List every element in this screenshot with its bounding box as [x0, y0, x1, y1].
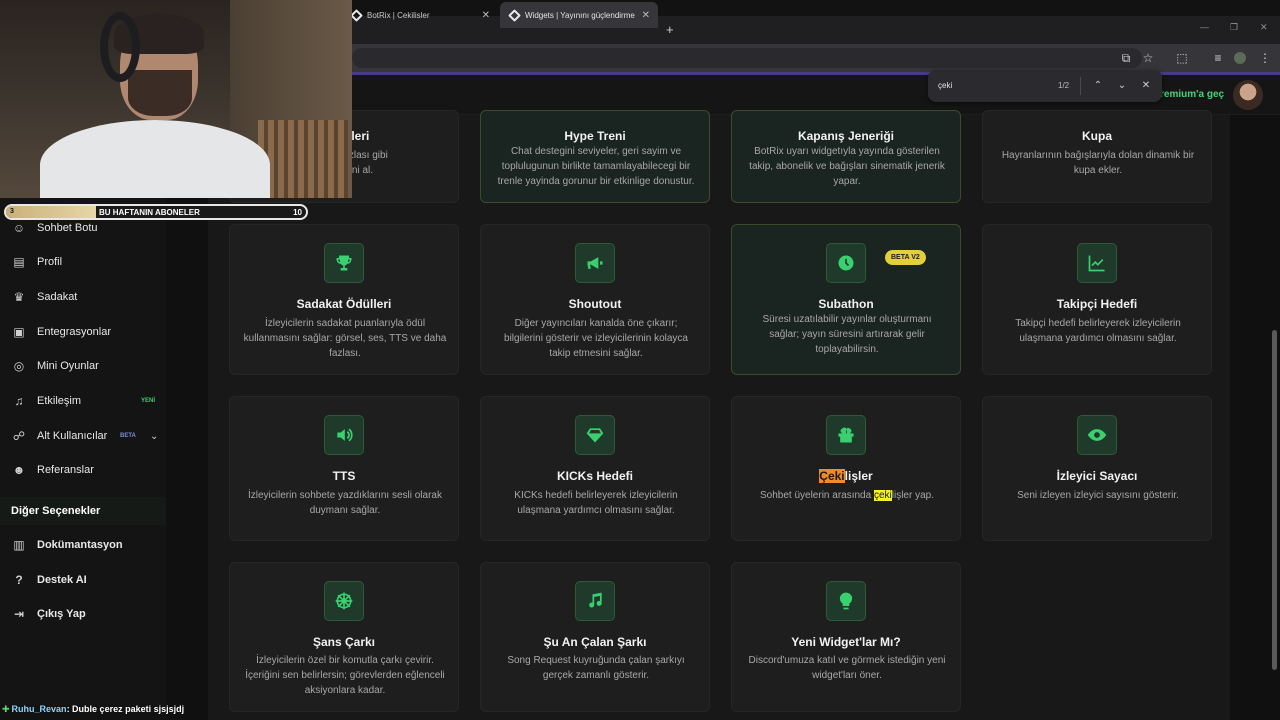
music-icon: ♫	[14, 394, 24, 408]
clock-icon	[826, 243, 866, 283]
users-icon: ☍	[12, 429, 26, 443]
botrix-favicon-icon	[508, 8, 521, 22]
subs-label: BU HAFTANIN ABONELER	[99, 208, 200, 217]
sidebar-item-referrals[interactable]: ☻ Referanslar	[0, 455, 166, 485]
chat-username: Ruhu_Revan	[11, 704, 67, 714]
widget-card-viewer-counter[interactable]: İzleyici Sayacı Seni izleyen izleyici sa…	[982, 396, 1212, 541]
widget-card-giveaways[interactable]: Çekilişler Sohbet üyelerin arasında çeki…	[731, 396, 961, 541]
gamepad-icon: ◎	[13, 359, 25, 373]
tab-close-icon[interactable]: ✕	[482, 10, 490, 21]
subs-goal: 10	[293, 208, 302, 217]
headset-icon	[100, 12, 140, 82]
user-avatar[interactable]	[1233, 80, 1263, 110]
botrix-favicon-icon	[350, 8, 363, 22]
widget-card-loyalty-rewards[interactable]: Sadakat Ödülleri İzleyicilerin sadakat p…	[229, 224, 459, 375]
maximize-icon[interactable]: ❐	[1230, 22, 1238, 33]
gift-icon	[826, 415, 866, 455]
sidebar-item-integrations[interactable]: ▣ Entegrasyonlar	[0, 317, 166, 347]
window-close-icon[interactable]: ✕	[1260, 22, 1268, 33]
chat-badge-icon: ✚	[2, 704, 10, 714]
find-bar: çeki 1/2 ⌃ ⌄ ✕	[928, 70, 1162, 102]
widget-card-new-widgets[interactable]: Yeni Widget'lar Mı? Discord'umuza katıl …	[731, 562, 961, 712]
find-next-icon[interactable]: ⌄	[1114, 78, 1130, 94]
new-tab-icon[interactable]: +	[666, 22, 674, 37]
book-icon: ▥	[13, 538, 25, 552]
beta-badge: BETA	[120, 433, 136, 439]
widget-card-hype-train[interactable]: Hype Treni Chat destegini seviyeler, ger…	[480, 110, 710, 203]
speaker-icon	[324, 415, 364, 455]
megaphone-icon	[575, 243, 615, 283]
sidebar-item-profile[interactable]: ▤ Profil	[0, 247, 166, 277]
plug-icon: ▣	[13, 325, 25, 339]
subs-current: 3	[10, 208, 14, 215]
user-group-icon: ☻	[12, 463, 26, 477]
widget-card-shoutout[interactable]: Shoutout Diğer yayıncıları kanalda öne ç…	[480, 224, 710, 375]
tab-cekilisler[interactable]: BotRix | Cekilisler ✕	[342, 2, 498, 28]
address-bar[interactable]	[352, 48, 1142, 68]
find-previous-icon[interactable]: ⌃	[1090, 78, 1106, 94]
subs-goal-fill	[6, 206, 96, 218]
subs-goal-bar: 3 BU HAFTANIN ABONELER 10	[4, 204, 308, 220]
find-divider	[1080, 77, 1081, 95]
question-icon: ?	[15, 573, 23, 587]
giveaways-title: Çekilişler	[819, 469, 873, 483]
browser-menu-icon[interactable]: ⋮	[1257, 50, 1273, 66]
bulb-icon	[826, 581, 866, 621]
giveaways-desc: Sohbet üyelerin arasında çekilişler yap.	[759, 490, 934, 501]
widget-card-wheel[interactable]: Şans Çarkı İzleyicilerin özel bir komutl…	[229, 562, 459, 712]
chart-icon	[1077, 243, 1117, 283]
tab-widgets[interactable]: Widgets | Yayınını güçlendirme ✕	[500, 2, 658, 28]
find-input[interactable]: çeki	[938, 81, 952, 90]
widget-card-now-playing[interactable]: Şu An Çalan Şarkı Song Request kuyruğund…	[480, 562, 710, 712]
extensions-icon[interactable]: ⬚	[1174, 50, 1190, 66]
bookmark-star-icon[interactable]: ☆	[1140, 50, 1156, 66]
new-badge: YENİ	[141, 398, 156, 404]
widget-card-follower-goal[interactable]: Takipçi Hedefi Takipçi hedefi belirleyer…	[982, 224, 1212, 375]
chat-text: : Duble çerez paketi sjsjsjdj	[66, 704, 185, 714]
webcam-overlay	[0, 0, 352, 198]
sidebar-item-support-ai[interactable]: ? Destek AI	[0, 565, 166, 595]
widget-card-kicks-goal[interactable]: KICKs Hedefi KICKs hedefi belirleyerek i…	[480, 396, 710, 541]
wheel-icon	[324, 581, 364, 621]
page-scrollbar[interactable]	[1272, 330, 1277, 670]
chat-message: ✚ Ruhu_Revan: Duble çerez paketi sjsjsjdj	[2, 704, 184, 715]
widget-card-credits[interactable]: Kapanış Jeneriği BotRix uyarı widgetıyla…	[731, 110, 961, 203]
chevron-down-icon[interactable]: ⌄	[150, 431, 158, 442]
minimize-icon[interactable]: —	[1200, 22, 1209, 32]
translate-icon[interactable]: ⧉	[1118, 50, 1134, 66]
sidebar-item-loyalty[interactable]: ♛ Sadakat	[0, 282, 166, 312]
tab-close-icon[interactable]: ✕	[642, 10, 650, 21]
find-close-icon[interactable]: ✕	[1138, 78, 1154, 94]
browser-profile-icon[interactable]	[1234, 52, 1246, 64]
sidebar-item-interaction[interactable]: ♫ Etkileşim YENİ	[0, 386, 166, 416]
widget-card-tts[interactable]: TTS İzleyicilerin sohbete yazdıklarını s…	[229, 396, 459, 541]
sidebar-item-mini-games[interactable]: ◎ Mini Oyunlar	[0, 351, 166, 381]
beta-v2-badge: BETA V2	[885, 250, 926, 265]
gem-icon	[575, 415, 615, 455]
sidebar-item-sub-users[interactable]: ☍ Alt Kullanıcılar BETA ⌄	[0, 421, 166, 451]
widget-card-cup[interactable]: Kupa Hayranlarının bağışlarıyla dolan di…	[982, 110, 1212, 203]
music-icon	[575, 581, 615, 621]
trophy-icon	[324, 243, 364, 283]
sidebar-item-logout[interactable]: ⇥ Çıkış Yap	[0, 599, 166, 629]
eye-icon	[1077, 415, 1117, 455]
media-control-icon[interactable]: ≡	[1210, 50, 1226, 66]
sidebar-section-title: Diğer Seçenekler	[11, 505, 101, 517]
sidebar-item-docs[interactable]: ▥ Dokümantasyon	[0, 530, 166, 560]
premium-link[interactable]: remium'a geç	[1160, 89, 1224, 100]
robot-icon: ☺	[12, 221, 26, 235]
id-card-icon: ▤	[13, 255, 25, 269]
trophy-icon: ♛	[13, 290, 25, 304]
logout-icon: ⇥	[13, 607, 25, 621]
widget-card-subathon[interactable]: BETA V2 Subathon Süresi uzatılabilir yay…	[731, 224, 961, 375]
find-count: 1/2	[1058, 81, 1070, 90]
